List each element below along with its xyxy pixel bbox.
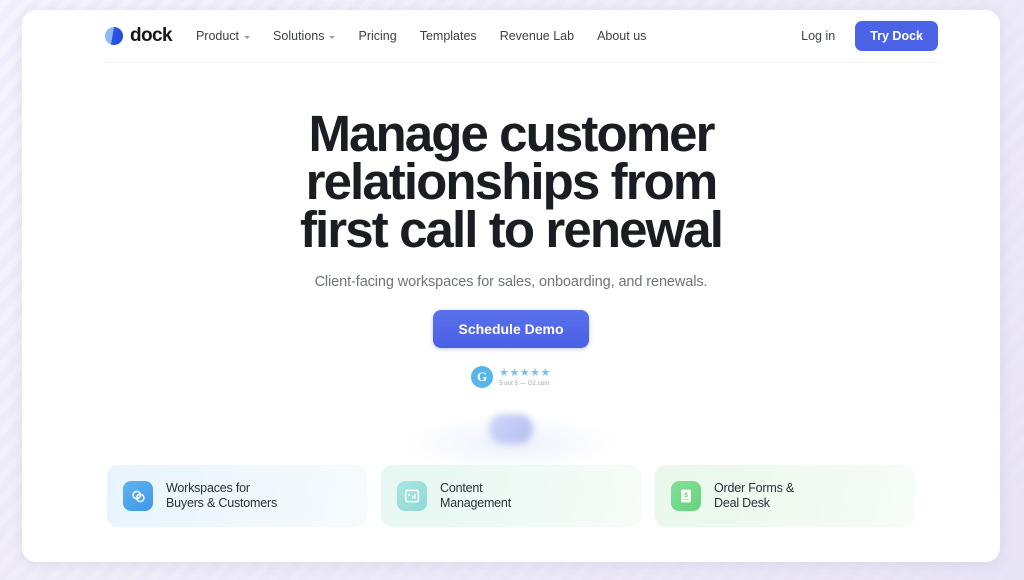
feature-card-content-management[interactable]: Content Management: [381, 465, 641, 527]
headline-line-2: relationships from: [305, 153, 719, 210]
card-line-2: Deal Desk: [714, 496, 770, 510]
g2-logo-icon: G: [471, 366, 494, 388]
nav-item-product[interactable]: Product: [195, 29, 251, 43]
nav-item-revenue-lab[interactable]: Revenue Lab: [500, 29, 574, 43]
nav-links: Product Solutions Pricing Templates Reve…: [196, 29, 646, 43]
feature-card-order-forms-label: Order Forms & Deal Desk: [714, 481, 794, 511]
login-link[interactable]: Log in: [801, 29, 835, 43]
dock-circle-logo-icon: [105, 27, 123, 45]
decorative-blob-icon: [489, 414, 533, 444]
feature-card-order-forms[interactable]: $ Order Forms & Deal Desk: [655, 465, 915, 527]
nav-item-solutions[interactable]: Solutions: [273, 29, 336, 43]
feature-card-content-management-label: Content Management: [440, 481, 511, 511]
browser-page-card: dock Product Solutions Pricing Templates…: [22, 10, 1000, 562]
nav-item-solutions-label: Solutions: [273, 29, 325, 43]
chevron-down-icon: [244, 35, 251, 39]
nav-item-product-label: Product: [195, 29, 240, 43]
hero-subheading: Client-facing workspaces for sales, onbo…: [314, 274, 708, 290]
try-dock-button[interactable]: Try Dock: [855, 21, 938, 51]
brand-name: dock: [130, 25, 173, 46]
overlapping-circles-icon: [123, 481, 153, 511]
card-line-1: Order Forms &: [714, 481, 795, 495]
g2-rating-caption: 5 out 5 — G2.com: [499, 380, 550, 387]
schedule-demo-button[interactable]: Schedule Demo: [433, 310, 589, 348]
nav-item-templates[interactable]: Templates: [420, 29, 477, 43]
card-line-2: Management: [440, 496, 511, 510]
headline-line-1: Manage customer: [308, 105, 715, 162]
brand-logo[interactable]: dock: [105, 25, 173, 47]
card-line-1: Content: [440, 481, 483, 495]
top-navigation-bar: dock Product Solutions Pricing Templates…: [22, 10, 1000, 62]
feature-card-workspaces-label: Workspaces for Buyers & Customers: [166, 481, 277, 511]
g2-rating-badge[interactable]: G ★★★★★ 5 out 5 — G2.com: [471, 366, 551, 388]
star-rating-icon: ★★★★★: [499, 366, 551, 379]
nav-item-pricing[interactable]: Pricing: [358, 29, 396, 43]
headline-line-3: first call to renewal: [299, 201, 724, 258]
chevron-down-icon: [329, 35, 336, 39]
card-line-2: Buyers & Customers: [166, 496, 278, 510]
nav-right-actions: Log in Try Dock: [801, 21, 938, 51]
g2-rating-details: ★★★★★ 5 out 5 — G2.com: [499, 366, 551, 387]
hero-cta-wrapper: Schedule Demo: [22, 310, 1000, 348]
hero-section: Manage customer relationships from first…: [22, 62, 1000, 388]
page-title: Manage customer relationships from first…: [22, 105, 1000, 258]
feature-cards: Workspaces for Buyers & Customers Conten…: [107, 465, 915, 527]
chart-document-icon: [397, 481, 427, 511]
feature-card-workspaces[interactable]: Workspaces for Buyers & Customers: [107, 465, 367, 527]
decorative-blob-area: [22, 414, 1000, 472]
card-line-1: Workspaces for: [166, 481, 250, 495]
dollar-invoice-icon: $: [671, 481, 701, 511]
svg-text:$: $: [684, 492, 688, 499]
nav-item-about-us[interactable]: About us: [597, 29, 646, 43]
